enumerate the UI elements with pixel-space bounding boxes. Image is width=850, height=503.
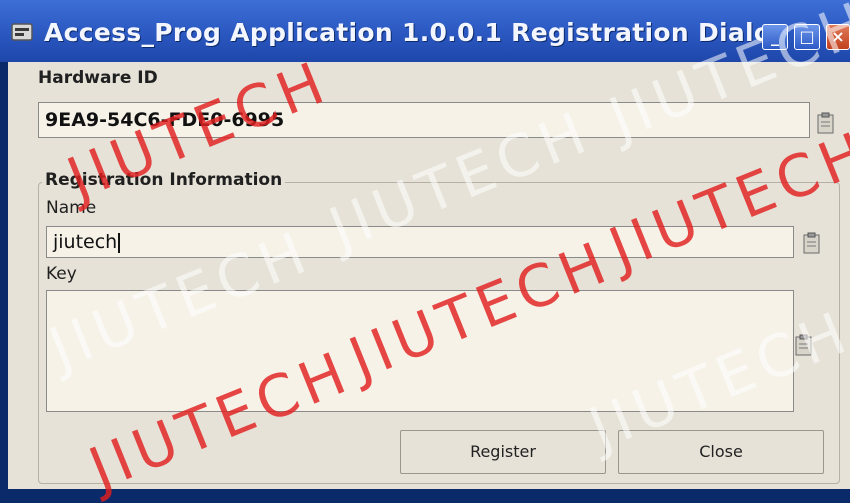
name-label: Name xyxy=(46,198,97,218)
hardware-id-value: 9EA9-54C6-FDE0-6995 xyxy=(45,109,285,131)
key-field[interactable] xyxy=(46,290,794,412)
key-label: Key xyxy=(46,264,77,284)
close-button[interactable]: Close xyxy=(618,430,824,474)
app-icon xyxy=(11,23,33,41)
maximize-button[interactable]: □ xyxy=(794,24,820,50)
registration-group-label: Registration Information xyxy=(42,170,286,190)
name-text: jiutech xyxy=(53,231,118,253)
close-window-button[interactable]: × xyxy=(826,24,850,50)
name-value: jiutech xyxy=(53,231,121,253)
dialog-client-area: Hardware ID 9EA9-54C6-FDE0-6995 Registra… xyxy=(8,62,850,489)
name-field[interactable]: jiutech xyxy=(46,226,794,258)
hardware-id-label: Hardware ID xyxy=(38,68,158,88)
maximize-icon: □ xyxy=(799,27,815,46)
hardware-id-field[interactable]: 9EA9-54C6-FDE0-6995 xyxy=(38,102,810,138)
minimize-icon: _ xyxy=(771,27,779,46)
register-button[interactable]: Register xyxy=(400,430,606,474)
title-bar[interactable]: Access_Prog Application 1.0.0.1 Registra… xyxy=(0,0,850,62)
clipboard-icon[interactable] xyxy=(794,334,814,356)
clipboard-icon[interactable] xyxy=(816,112,836,134)
text-caret xyxy=(118,232,121,253)
close-icon: × xyxy=(831,27,845,46)
minimize-button[interactable]: _ xyxy=(762,24,788,50)
window-title: Access_Prog Application 1.0.0.1 Registra… xyxy=(44,18,790,47)
clipboard-icon[interactable] xyxy=(802,232,822,254)
